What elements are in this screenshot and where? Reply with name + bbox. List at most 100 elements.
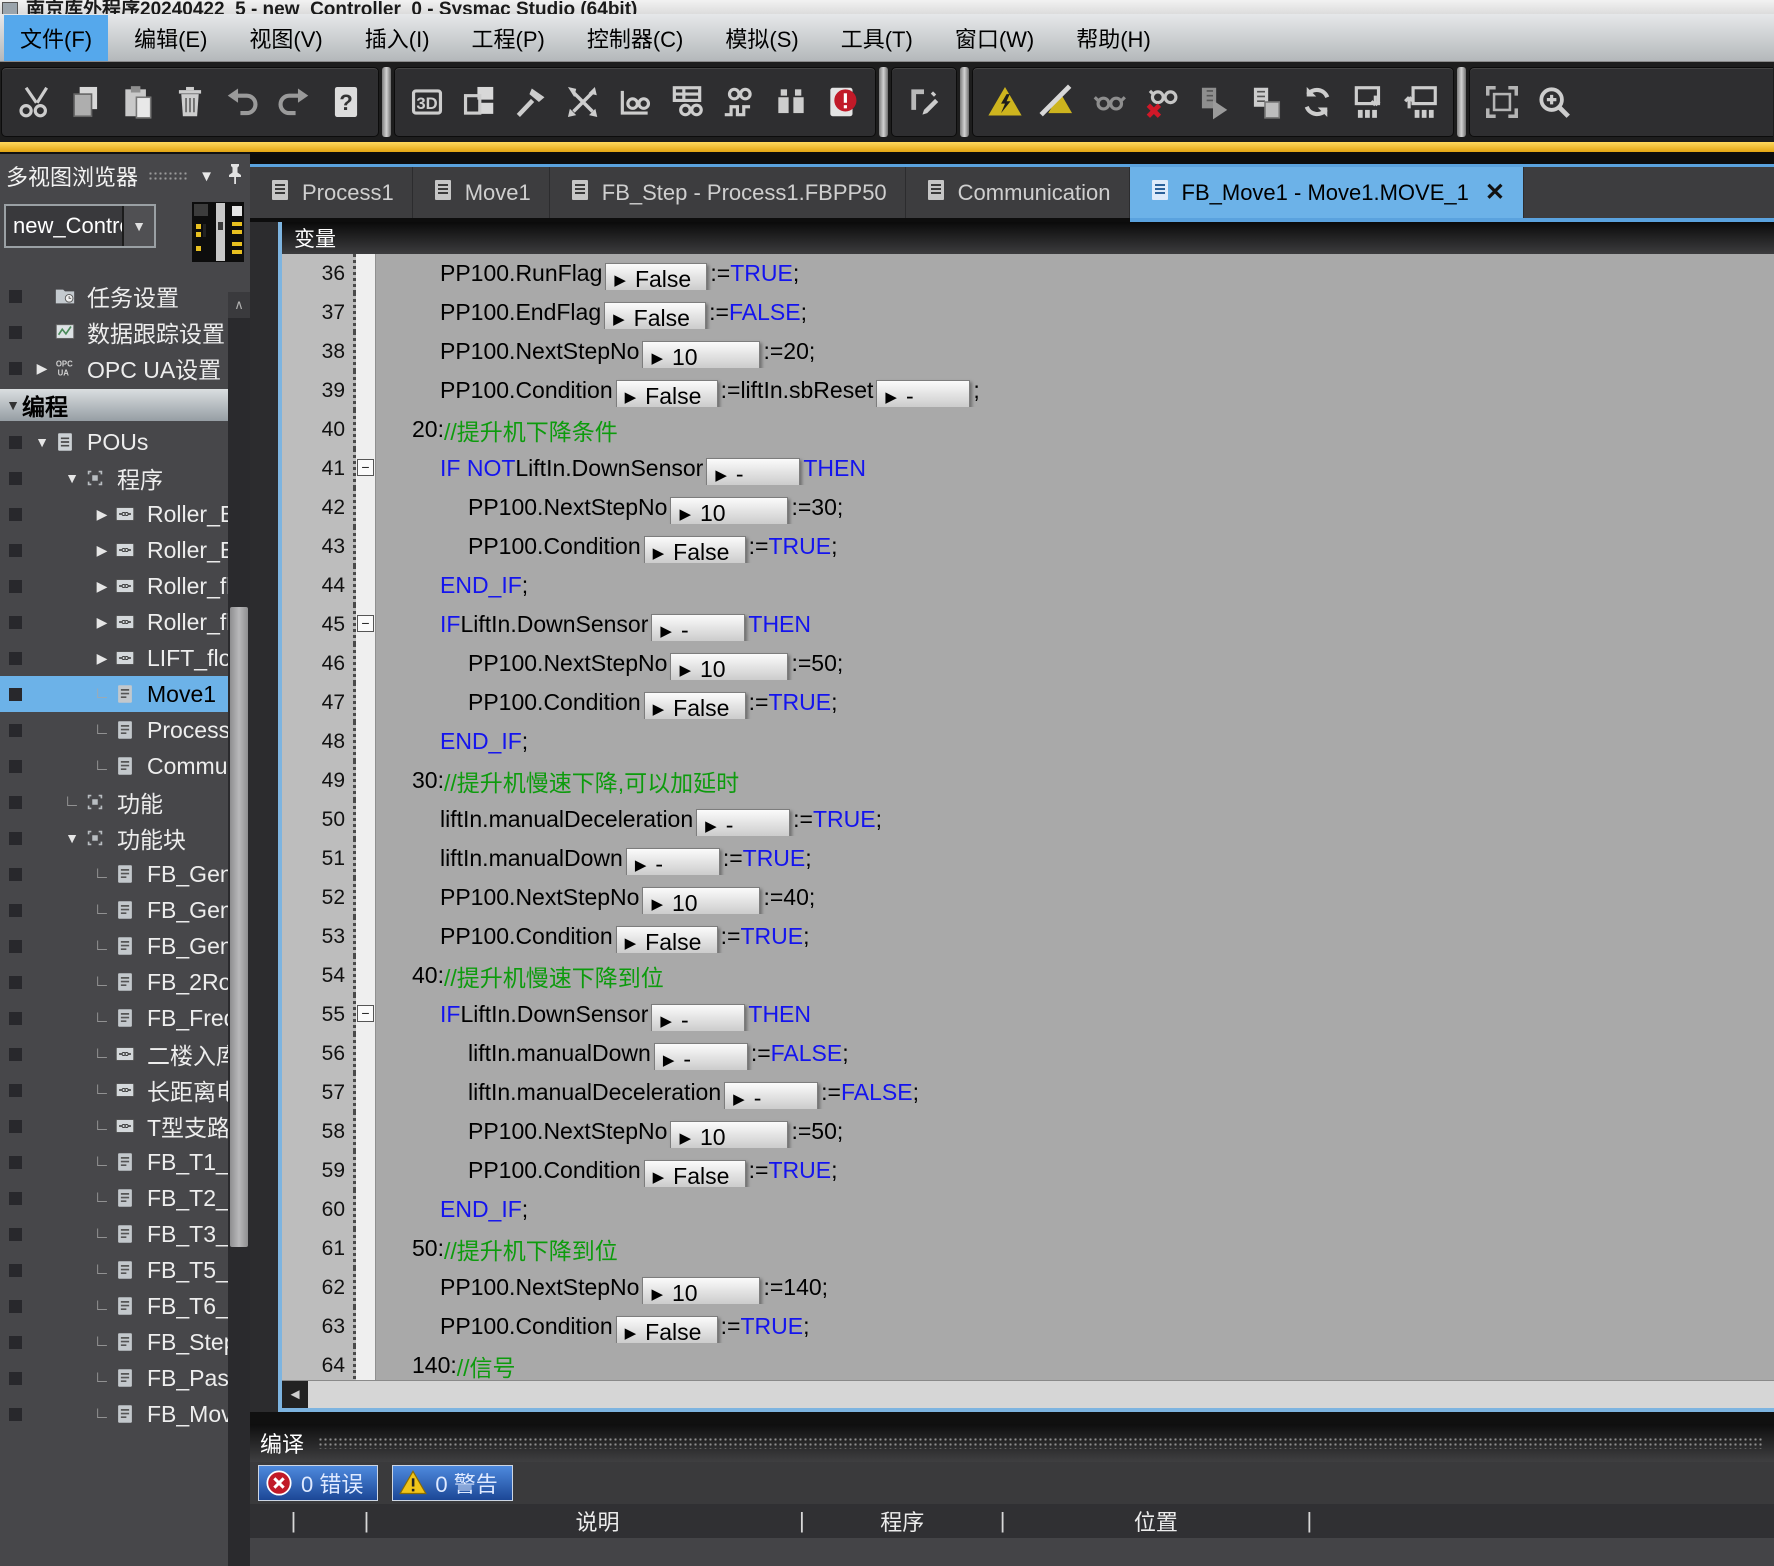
tree-item-[interactable]: ∟ 长距离电 xyxy=(0,1072,228,1108)
online-value-box[interactable]: ▶ 10 xyxy=(642,1277,761,1304)
upload-from-controller-icon[interactable] xyxy=(1395,71,1447,133)
tree-item-t[interactable]: ∟ T型支路 xyxy=(0,1108,228,1144)
tab-fb_move1[interactable]: FB_Move1 - Move1.MOVE_1 ✕ xyxy=(1129,167,1524,218)
code-line-50[interactable]: 50 liftIn.manualDeceleration ▶ -:= TRUE; xyxy=(282,800,1774,839)
synchronize-icon[interactable] xyxy=(1291,71,1343,133)
tree-item-roller_bu[interactable]: ▶ Roller_Bu xyxy=(0,496,228,532)
tree-item-[interactable]: 任务设置 xyxy=(0,278,228,314)
fit-zoom-icon[interactable] xyxy=(1476,71,1528,133)
online-value-box[interactable]: ▶ False xyxy=(615,926,718,953)
tree-item-[interactable]: ▼ 程序 xyxy=(0,460,228,496)
menu-item-8[interactable]: 工具(T) xyxy=(825,15,929,61)
tree-item-move1[interactable]: ∟ Move1 xyxy=(0,676,228,712)
expand-icon[interactable]: ▶ xyxy=(90,506,114,523)
code-line-55[interactable]: 55− IF LiftIn.DownSensor ▶ - THEN xyxy=(282,995,1774,1034)
tree-item-fb_gene[interactable]: ∟ FB_Gene xyxy=(0,928,228,964)
online-warning-icon[interactable] xyxy=(979,71,1031,133)
scroll-left-icon[interactable]: ◄ xyxy=(282,1381,308,1408)
code-line-63[interactable]: 63 PP100.Condition ▶ False:= TRUE; xyxy=(282,1307,1774,1346)
edit-tool-icon[interactable] xyxy=(898,71,950,133)
zoom-in-icon[interactable] xyxy=(1528,71,1580,133)
online-value-box[interactable]: ▶ False xyxy=(605,263,708,290)
tree-item-fb_gene[interactable]: ∟ FB_Gene xyxy=(0,892,228,928)
expand-icon[interactable]: ▶ xyxy=(90,578,114,595)
monitor-icon[interactable] xyxy=(1083,71,1135,133)
code-line-56[interactable]: 56 liftIn.manualDown ▶ -:= FALSE; xyxy=(282,1034,1774,1073)
close-icon[interactable]: ✕ xyxy=(1485,178,1505,207)
pin-icon[interactable] xyxy=(226,163,244,190)
cut-icon[interactable] xyxy=(8,71,60,133)
collapse-icon[interactable]: ▼ xyxy=(60,470,84,486)
online-value-box[interactable]: ▶ - xyxy=(651,1004,746,1031)
menu-item-1[interactable]: 文件(F) xyxy=(4,14,109,61)
code-line-59[interactable]: 59 PP100.Condition ▶ False:= TRUE; xyxy=(282,1151,1774,1190)
controller-selector[interactable]: new_Control ▼ xyxy=(4,204,156,248)
variables-bar[interactable]: 变量 xyxy=(282,222,1774,254)
tree-item-fb_t5_2[interactable]: ∟ FB_T5_2 xyxy=(0,1252,228,1288)
redo-icon[interactable] xyxy=(268,71,320,133)
help-icon[interactable]: ? xyxy=(320,71,372,133)
code-line-40[interactable]: 40 20://提升机下降条件 xyxy=(282,410,1774,449)
warnings-button[interactable]: 0 警告 xyxy=(392,1465,513,1501)
expand-icon[interactable]: ▶ xyxy=(90,650,114,667)
delete-icon[interactable] xyxy=(164,71,216,133)
code-line-42[interactable]: 42 PP100.NextStepNo ▶ 10:=30; xyxy=(282,488,1774,527)
tab-process1[interactable]: Process1 xyxy=(250,167,413,218)
window-layout-icon[interactable] xyxy=(453,71,505,133)
collapse-icon[interactable]: ▼ xyxy=(30,434,54,450)
online-value-box[interactable]: ▶ False xyxy=(615,1316,718,1343)
search-icon[interactable] xyxy=(765,71,817,133)
tree-item-roller_bu[interactable]: ▶ Roller_Bu xyxy=(0,532,228,568)
tree-item-roller_fl[interactable]: ▶ Roller_fl xyxy=(0,568,228,604)
menu-item-7[interactable]: 模拟(S) xyxy=(709,15,814,61)
code-line-44[interactable]: 44 END_IF; xyxy=(282,566,1774,605)
tree-item-fb_passw[interactable]: ∟ FB_Passw xyxy=(0,1360,228,1396)
code-line-64[interactable]: 64 140://信号 xyxy=(282,1346,1774,1380)
collapse-box-icon[interactable]: − xyxy=(357,1005,374,1022)
menu-item-2[interactable]: 编辑(E) xyxy=(118,15,223,61)
build-icon[interactable] xyxy=(505,71,557,133)
tree-item-[interactable]: ∟ 功能 xyxy=(0,784,228,820)
code-line-38[interactable]: 38 PP100.NextStepNo ▶ 10:=20; xyxy=(282,332,1774,371)
explorer-scrollbar-thumb[interactable] xyxy=(230,607,248,1247)
code-line-51[interactable]: 51 liftIn.manualDown ▶ -:= TRUE; xyxy=(282,839,1774,878)
code-line-47[interactable]: 47 PP100.Condition ▶ False:= TRUE; xyxy=(282,683,1774,722)
download-to-controller-icon[interactable] xyxy=(1343,71,1395,133)
tree-item-[interactable]: ▼ 功能块 xyxy=(0,820,228,856)
error-list-icon[interactable] xyxy=(817,71,869,133)
tree-item-[interactable]: 数据跟踪设置 xyxy=(0,314,228,350)
code-line-48[interactable]: 48 END_IF; xyxy=(282,722,1774,761)
online-value-box[interactable]: ▶ - xyxy=(876,380,971,407)
code-line-49[interactable]: 49 30://提升机慢速下降,可以加延时 xyxy=(282,761,1774,800)
code-line-52[interactable]: 52 PP100.NextStepNo ▶ 10:=40; xyxy=(282,878,1774,917)
menu-item-5[interactable]: 工程(P) xyxy=(456,15,561,61)
errors-button[interactable]: 0 错误 xyxy=(258,1465,379,1501)
tree-item-opcua[interactable]: ▶ OPC UA OPC UA设置 xyxy=(0,350,228,386)
online-value-box[interactable]: ▶ 10 xyxy=(642,887,761,914)
code-line-54[interactable]: 54 40://提升机慢速下降到位 xyxy=(282,956,1774,995)
online-value-box[interactable]: ▶ 10 xyxy=(642,341,761,368)
tree-item-fb_2roll[interactable]: ∟ FB_2Roll xyxy=(0,964,228,1000)
tree-item-fb_t1_8[interactable]: ∟ FB_T1_8 xyxy=(0,1144,228,1180)
run-program-icon[interactable] xyxy=(1187,71,1239,133)
code-line-37[interactable]: 37 PP100.EndFlag ▶ False:= FALSE; xyxy=(282,293,1774,332)
code-line-60[interactable]: 60 END_IF; xyxy=(282,1190,1774,1229)
online-value-box[interactable]: ▶ - xyxy=(651,614,746,641)
tree-item-pous[interactable]: ▼ POUs xyxy=(0,424,228,460)
tree-item-fb_t2_8[interactable]: ∟ FB_T2_8 xyxy=(0,1180,228,1216)
menu-item-6[interactable]: 控制器(C) xyxy=(571,15,700,61)
undo-icon[interactable] xyxy=(216,71,268,133)
menu-item-9[interactable]: 窗口(W) xyxy=(939,15,1050,61)
monitor-stop-icon[interactable] xyxy=(1135,71,1187,133)
tree-item-fb_step[interactable]: ∟ FB_Step xyxy=(0,1324,228,1360)
tree-item-commu[interactable]: ∟ Commu xyxy=(0,748,228,784)
online-value-box[interactable]: ▶ 10 xyxy=(670,497,789,524)
tab-move1[interactable]: Move1 xyxy=(413,167,550,218)
online-value-box[interactable]: ▶ False xyxy=(643,692,746,719)
online-value-box[interactable]: ▶ False xyxy=(604,302,707,329)
online-value-box[interactable]: ▶ - xyxy=(625,848,720,875)
tree-item-[interactable]: ∟ 二楼入库 xyxy=(0,1036,228,1072)
collapse-box-icon[interactable]: − xyxy=(357,615,374,632)
online-value-box[interactable]: ▶ 10 xyxy=(670,1121,789,1148)
tree-item-lift_floc[interactable]: ▶ LIFT_floc xyxy=(0,640,228,676)
